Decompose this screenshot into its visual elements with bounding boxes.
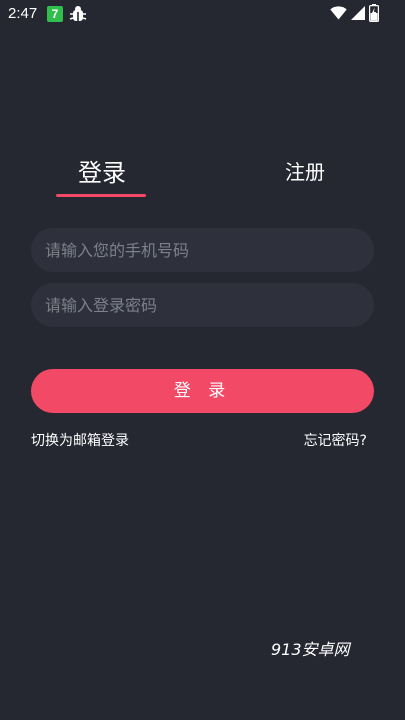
password-input[interactable]: [31, 283, 374, 327]
notification-badge-icon: 7: [47, 6, 63, 22]
tab-login[interactable]: 登录: [78, 153, 126, 188]
forgot-password-link[interactable]: 忘记密码?: [304, 430, 367, 450]
tab-register[interactable]: 注册: [285, 156, 325, 185]
switch-email-login-link[interactable]: 切换为邮箱登录: [31, 430, 129, 450]
active-tab-indicator: [56, 194, 146, 197]
phone-input-container: [31, 228, 374, 272]
login-button[interactable]: 登 录: [31, 369, 374, 413]
phone-input[interactable]: [31, 228, 374, 272]
status-bar: 2:47 7: [0, 0, 405, 30]
signal-icon: [351, 6, 365, 20]
battery-charging-icon: [369, 4, 379, 22]
bug-icon: [69, 6, 87, 21]
password-input-container: [31, 283, 374, 327]
wifi-icon: [330, 6, 347, 20]
status-time: 2:47: [8, 5, 38, 22]
watermark: 913安卓网: [271, 640, 350, 659]
